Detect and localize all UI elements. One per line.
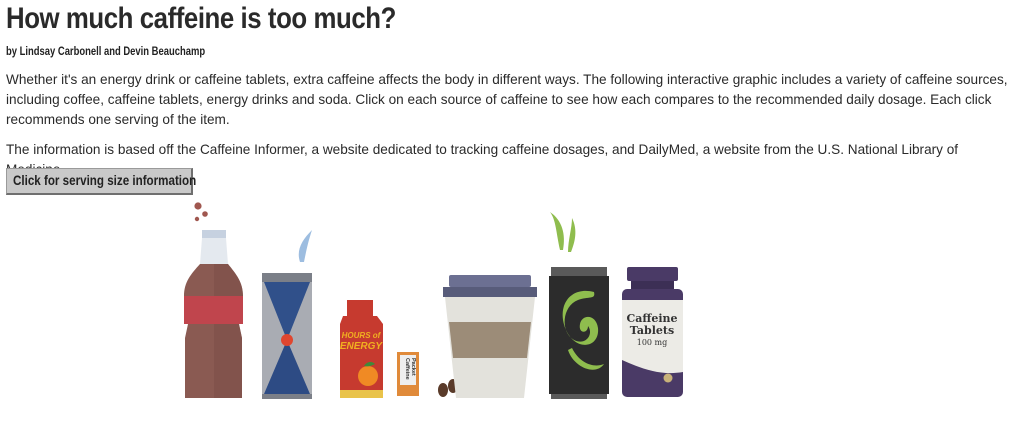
page-title: How much caffeine is too much? xyxy=(6,2,396,35)
caffeine-packet[interactable]: Caffeine Packet xyxy=(397,352,419,396)
monster-can-bottom xyxy=(551,394,607,399)
shot-label-line2: ENERGY xyxy=(340,341,384,352)
steam-icon xyxy=(568,218,576,252)
caffeine-sources-graphic: HOURS of ENERGY Caffeine Packet Caffeine… xyxy=(184,202,683,399)
shot-body xyxy=(340,316,383,398)
shot-label-line1: HOURS of xyxy=(342,331,382,340)
orange-icon xyxy=(358,366,378,386)
soda-bottle[interactable] xyxy=(184,202,243,398)
monster-can-top xyxy=(551,267,607,276)
monster-can[interactable] xyxy=(549,212,609,399)
soda-cap xyxy=(202,230,226,238)
soda-neck xyxy=(200,238,228,264)
shot-base-stripe xyxy=(340,390,383,398)
tablets-label-line2: Tablets xyxy=(630,324,674,337)
steam-icon xyxy=(298,230,312,262)
soda-bubble-icon xyxy=(202,211,208,217)
tablets-label-line3: 100 mg xyxy=(637,338,668,347)
soda-bubble-icon xyxy=(194,216,200,222)
shot-cap xyxy=(347,300,373,316)
can-bottom xyxy=(262,394,312,399)
packet-label-line1: Caffeine xyxy=(404,358,410,380)
tablet-pill-icon xyxy=(663,373,673,383)
byline: by Lindsay Carbonell and Devin Beauchamp xyxy=(6,46,206,58)
intro-paragraph: Whether it's an energy drink or caffeine… xyxy=(6,72,1008,127)
coffee-bean-icon xyxy=(438,383,448,397)
cup-lid-rim xyxy=(443,287,537,297)
cup-lid-top xyxy=(449,275,531,287)
soda-label xyxy=(184,296,243,324)
serving-size-button-label: Click for serving size information xyxy=(13,173,197,188)
steam-icon xyxy=(550,212,564,250)
cup-sleeve xyxy=(449,322,531,358)
energy-shot[interactable]: HOURS of ENERGY xyxy=(340,300,384,398)
soda-bubble-icon xyxy=(194,202,202,210)
energy-drink-can[interactable] xyxy=(262,230,312,399)
caffeine-tablets-bottle[interactable]: Caffeine Tablets 100 mg xyxy=(622,267,683,397)
can-top xyxy=(262,273,312,282)
soda-highlight xyxy=(214,264,243,398)
coffee-cup[interactable] xyxy=(443,275,537,398)
bottle-cap xyxy=(627,267,678,281)
packet-label-line2: Packet xyxy=(410,358,416,376)
can-sun-icon xyxy=(281,334,293,346)
bottle-neck xyxy=(631,281,674,289)
serving-size-button[interactable]: Click for serving size information xyxy=(6,168,197,195)
